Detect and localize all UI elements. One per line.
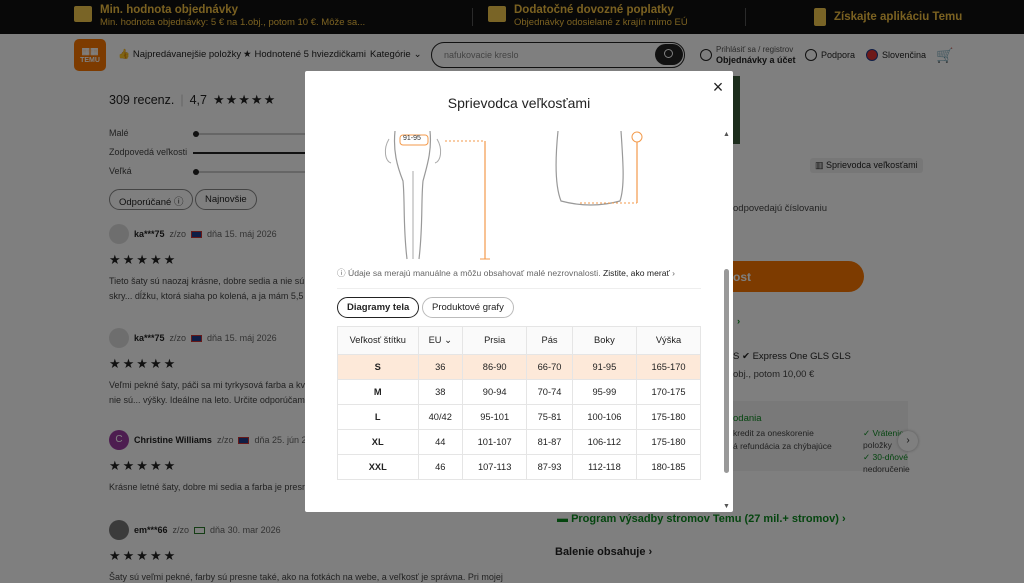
- measurement-cell: 44: [417, 428, 463, 454]
- size-guide-modal: Sprievodca veľkosťami × 91-95 ⓘ Údaje sa…: [305, 71, 733, 512]
- tab-label: Diagramy tela: [347, 302, 410, 313]
- measurement-note: ⓘ Údaje sa merajú manuálne a môžu obsaho…: [337, 268, 675, 278]
- measurement-cell: 81-87: [526, 428, 573, 454]
- measurement-cell: 40/42: [417, 403, 463, 429]
- header-height: Výška: [636, 327, 700, 354]
- how-to-measure-link[interactable]: Zistite, ako merať: [603, 268, 670, 278]
- table-row[interactable]: XXL 46 107-113 87-93 112-118 180-185: [338, 453, 700, 479]
- tab-body-diagrams[interactable]: Diagramy tela: [337, 297, 420, 318]
- measurement-cell: 106-112: [571, 428, 637, 454]
- table-header-row: Veľkosť štítku EU ⌄ Prsia Pás Boky Výška: [338, 327, 700, 354]
- tab-label: Produktové grafy: [432, 302, 504, 313]
- size-table: Veľkosť štítku EU ⌄ Prsia Pás Boky Výška…: [337, 326, 701, 480]
- header-waist: Pás: [526, 327, 573, 354]
- measurement-cell: 95-99: [571, 378, 637, 404]
- measurement-cell: 175-180: [636, 428, 700, 454]
- table-row[interactable]: XL 44 101-107 81-87 106-112 175-180: [338, 428, 700, 454]
- measurement-cell: 101-107: [462, 428, 527, 454]
- size-cell: XXL: [338, 453, 418, 479]
- size-cell: S: [338, 353, 418, 379]
- measurement-cell: 170-175: [636, 378, 700, 404]
- measurement-cell: 165-170: [636, 353, 700, 379]
- measurement-cell: 95-101: [462, 403, 527, 429]
- table-row[interactable]: L 40/42 95-101 75-81 100-106 175-180: [338, 403, 700, 429]
- modal-title: Sprievodca veľkosťami: [447, 95, 591, 111]
- info-icon: ⓘ: [337, 268, 346, 278]
- measurement-cell: 46: [417, 453, 463, 479]
- modal-scrollbar[interactable]: ▲ ▼: [723, 131, 730, 511]
- size-cell: L: [338, 403, 418, 429]
- size-cell: M: [338, 378, 418, 404]
- scroll-down-icon[interactable]: ▼: [723, 503, 730, 510]
- measurement-cell: 107-113: [462, 453, 527, 479]
- measurement-cell: 70-74: [526, 378, 573, 404]
- measurement-cell: 36: [417, 353, 463, 379]
- header-hips: Boky: [571, 327, 637, 354]
- table-row[interactable]: S 36 86-90 66-70 91-95 165-170: [338, 353, 700, 379]
- measurement-cell: 90-94: [462, 378, 527, 404]
- table-row[interactable]: M 38 90-94 70-74 95-99 170-175: [338, 378, 700, 404]
- measurement-cell: 180-185: [636, 453, 700, 479]
- measurement-cell: 91-95: [571, 353, 637, 379]
- measurement-cell: 38: [417, 378, 463, 404]
- scroll-thumb[interactable]: [724, 269, 729, 473]
- measurement-cell: 66-70: [526, 353, 573, 379]
- header-eu[interactable]: EU ⌄: [417, 327, 463, 354]
- measurement-badge: 91-95: [403, 135, 421, 142]
- chevron-down-icon: ⌄: [444, 334, 452, 345]
- measurement-cell: 112-118: [571, 453, 637, 479]
- header-size-label: Veľkosť štítku: [338, 327, 418, 354]
- measurement-cell: 75-81: [526, 403, 573, 429]
- tab-product-charts[interactable]: Produktové grafy: [422, 297, 514, 318]
- close-button[interactable]: ×: [709, 78, 727, 96]
- scroll-up-icon[interactable]: ▲: [723, 131, 730, 138]
- measurement-cell: 175-180: [636, 403, 700, 429]
- measurement-cell: 87-93: [526, 453, 573, 479]
- header-label: EU: [428, 334, 442, 345]
- body-measurement-illustration: 91-95: [375, 131, 655, 263]
- note-text: Údaje sa merajú manuálne a môžu obsahova…: [348, 268, 601, 278]
- size-cell: XL: [338, 428, 418, 454]
- measurement-cell: 100-106: [571, 403, 637, 429]
- header-bust: Prsia: [462, 327, 527, 354]
- measurement-cell: 86-90: [462, 353, 527, 379]
